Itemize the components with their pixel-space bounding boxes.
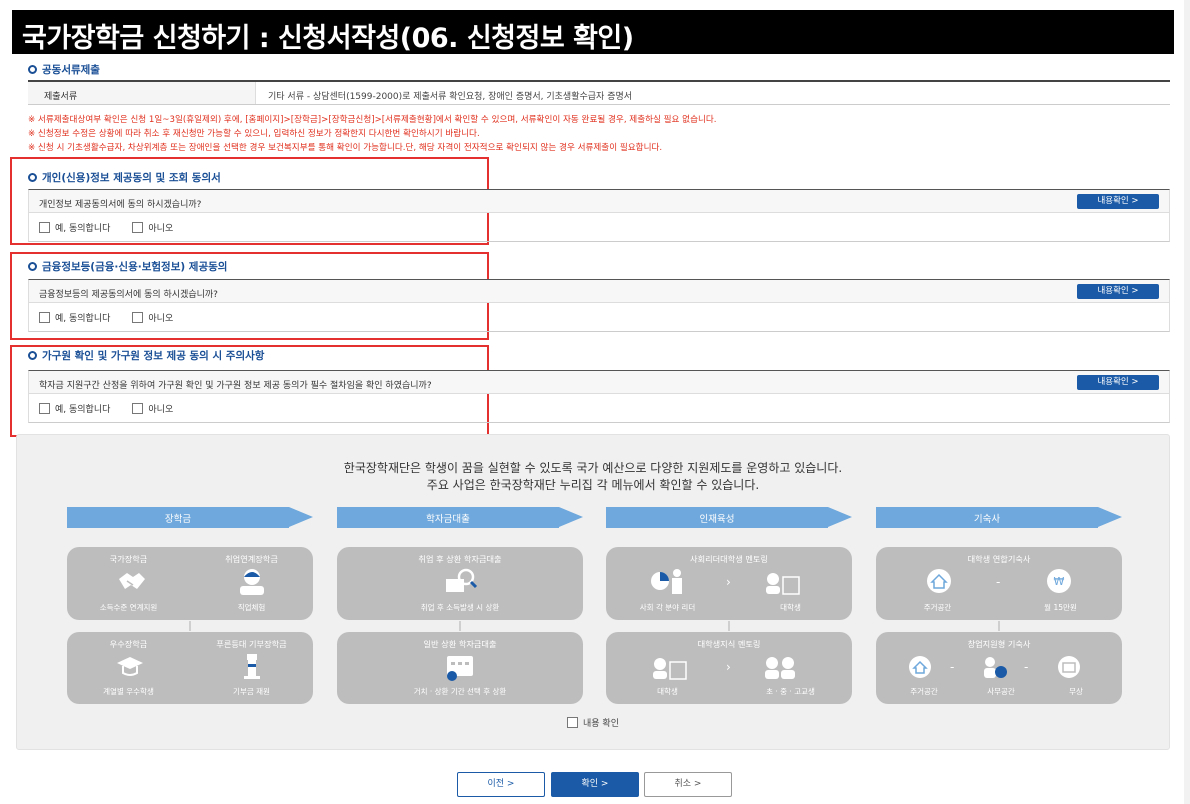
category-talent: 인재육성: [606, 507, 852, 528]
confirm-button[interactable]: 확인 >: [551, 772, 639, 797]
leader-icon: [651, 569, 682, 594]
student-icon: [766, 573, 800, 595]
agree-no-option[interactable]: 아니오: [132, 402, 173, 415]
cancel-button[interactable]: 취소 >: [644, 772, 732, 797]
content-confirm-row: 내용 확인: [17, 716, 1169, 731]
intro-line: 한국장학재단은 학생이 꿈을 실현할 수 있도록 국가 예산으로 다양한 지원제…: [343, 461, 843, 475]
graduation-cap-icon: [117, 657, 143, 676]
checkbox[interactable]: [132, 312, 144, 323]
svg-text:₩: ₩: [1054, 575, 1065, 588]
checkbox[interactable]: [39, 222, 50, 233]
agree-yes-option[interactable]: 예, 동의합니다: [39, 221, 110, 234]
category-scholarship: 장학금: [67, 507, 313, 528]
house-icon: [927, 569, 951, 593]
documents-value: 기타 서류 - 상담센터(1599-2000)로 제출서류 확인요청, 장애인 …: [268, 92, 633, 102]
loan-card: 일반 상환 학자금대출 거치 · 상환 기간 선택 후 상환: [337, 632, 583, 704]
student-icon: [653, 658, 687, 680]
category-dorm: 기숙사: [876, 507, 1122, 528]
agree-no-option[interactable]: 아니오: [132, 221, 173, 234]
agreement-question: 금융정보등의 제공동의서에 동의 하시겠습니까?: [29, 280, 1169, 303]
scrollbar-track[interactable]: [1184, 0, 1190, 804]
scholarship-card: 국가장학금 취업연계장학금 소득수준 연계지원 직업체험: [67, 547, 313, 620]
agreement-title: 개인(신용)정보 제공동의 및 조회 동의서: [28, 170, 221, 185]
circle-bullet-icon: [28, 65, 37, 74]
agreement-title: 가구원 확인 및 가구원 정보 제공 동의 시 주의사항: [28, 348, 264, 363]
intro-line: 주요 사업은 한국장학재단 누리집 각 메뉴에서 확인할 수 있습니다.: [426, 478, 760, 492]
loan-card: 취업 후 상환 학자금대출 취업 후 소득발생 시 상환: [337, 547, 583, 620]
checkbox[interactable]: [132, 222, 144, 233]
won-coin-icon: ₩: [1047, 569, 1071, 593]
agree-yes-option[interactable]: 예, 동의합니다: [39, 311, 110, 324]
dash-icon: -: [996, 575, 1001, 589]
children-icon: [765, 657, 795, 679]
page-title-bar: 국가장학금 신청하기 : 신청서작성(06. 신청정보 확인): [12, 10, 1174, 54]
notice-line: ※ 신청 시 기초생활수급자, 차상위계층 또는 장애인을 선택한 경우 보건복…: [28, 143, 663, 153]
arrow-right-icon: ›: [726, 575, 731, 589]
agree-no-option[interactable]: 아니오: [132, 311, 173, 324]
content-confirm-option[interactable]: 내용 확인: [567, 716, 619, 729]
scholarship-card: 우수장학금 푸른등대 기부장학금 계열별 우수학생 기부금 재원: [67, 632, 313, 704]
circle-bullet-icon: [28, 351, 37, 360]
checkbox[interactable]: [39, 312, 50, 323]
agreement-title: 금융정보등(금융·신용·보험정보) 제공동의: [28, 259, 227, 274]
checkbox[interactable]: [567, 717, 578, 728]
agreement-box: 금융정보등의 제공동의서에 동의 하시겠습니까? 내용확인 > 예, 동의합니다…: [28, 279, 1170, 332]
house-icon: [909, 656, 931, 678]
circle-bullet-icon: [28, 173, 37, 182]
talent-card: 사회리더대학생 멘토링 › 사회 각 분야 리더 대학생: [606, 547, 852, 620]
checkbox[interactable]: [39, 403, 50, 414]
application-page: 국가장학금 신청하기 : 신청서작성(06. 신청정보 확인) 공동서류제출 제…: [0, 0, 1190, 804]
arrow-right-icon: ›: [726, 660, 731, 674]
agree-yes-option[interactable]: 예, 동의합니다: [39, 402, 110, 415]
dorm-card: 창업지원형 기숙사 - - 주거공간 사무공간 무상: [876, 632, 1122, 704]
circle-bullet-icon: [28, 262, 37, 271]
dash-icon: -: [950, 660, 955, 674]
program-info-panel: 한국장학재단은 학생이 꿈을 실현할 수 있도록 국가 예산으로 다양한 지원제…: [16, 434, 1170, 750]
category-loan: 학자금대출: [337, 507, 583, 528]
documents-section-title: 공동서류제출: [28, 62, 100, 77]
agreement-box: 학자금 지원구간 산정을 위하여 가구원 확인 및 가구원 정보 제공 동의가 …: [28, 370, 1170, 423]
dorm-card: 대학생 연합기숙사 - ₩ 주거공간 월 15만원: [876, 547, 1122, 620]
view-content-button[interactable]: 내용확인 >: [1077, 375, 1159, 390]
document-search-icon: [446, 568, 478, 592]
page-title: 국가장학금 신청하기 : 신청서작성(06. 신청정보 확인): [22, 23, 634, 54]
view-content-button[interactable]: 내용확인 >: [1077, 194, 1159, 209]
calendar-icon: [447, 656, 473, 681]
documents-label: 제출서류: [28, 82, 256, 104]
handshake-icon: [119, 573, 145, 589]
office-worker-icon: [984, 657, 1007, 678]
free-coffee-icon: [1058, 656, 1080, 678]
talent-card: 대학생지식 멘토링 › 대학생 초 · 중 · 고교생: [606, 632, 852, 704]
view-content-button[interactable]: 내용확인 >: [1077, 284, 1159, 299]
prev-button[interactable]: 이전 >: [457, 772, 545, 797]
checkbox[interactable]: [132, 403, 144, 414]
notice-line: ※ 서류제출대상여부 확인은 신청 1일~3일(휴일제외) 후에, [홈페이지]…: [28, 115, 717, 125]
lighthouse-icon: [244, 654, 260, 679]
dash-icon: -: [1024, 660, 1029, 674]
agreement-question: 개인정보 제공동의서에 동의 하시겠습니까?: [29, 190, 1169, 213]
agreement-box: 개인정보 제공동의서에 동의 하시겠습니까? 내용확인 > 예, 동의합니다 아…: [28, 189, 1170, 242]
notice-line: ※ 신청정보 수정은 상황에 따라 취소 후 재신청만 가능할 수 있으니, 입…: [28, 129, 480, 139]
agreement-question: 학자금 지원구간 산정을 위하여 가구원 확인 및 가구원 정보 제공 동의가 …: [29, 371, 1169, 394]
worker-icon: [240, 569, 264, 595]
documents-table: 제출서류 기타 서류 - 상담센터(1599-2000)로 제출서류 확인요청,…: [28, 80, 1170, 105]
